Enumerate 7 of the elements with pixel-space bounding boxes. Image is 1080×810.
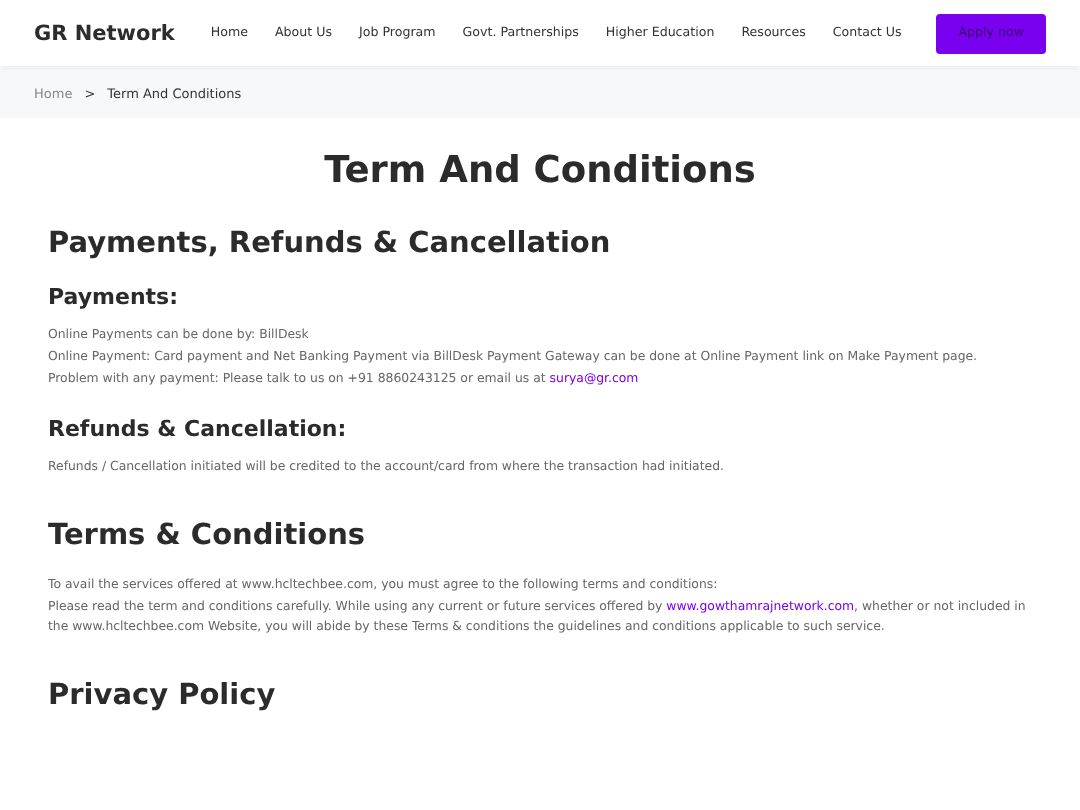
section-heading: Privacy Policy bbox=[48, 680, 278, 713]
section-heading: Terms & Conditions bbox=[48, 519, 368, 552]
site-logo[interactable]: GR Network bbox=[34, 21, 175, 45]
subsection-heading: Refunds & Cancellation: bbox=[48, 415, 349, 442]
subsection-heading: Payments: bbox=[48, 284, 180, 310]
section-heading: Payments, Refunds & Cancellation bbox=[48, 228, 613, 260]
page-title: Term And Conditions bbox=[322, 150, 758, 192]
